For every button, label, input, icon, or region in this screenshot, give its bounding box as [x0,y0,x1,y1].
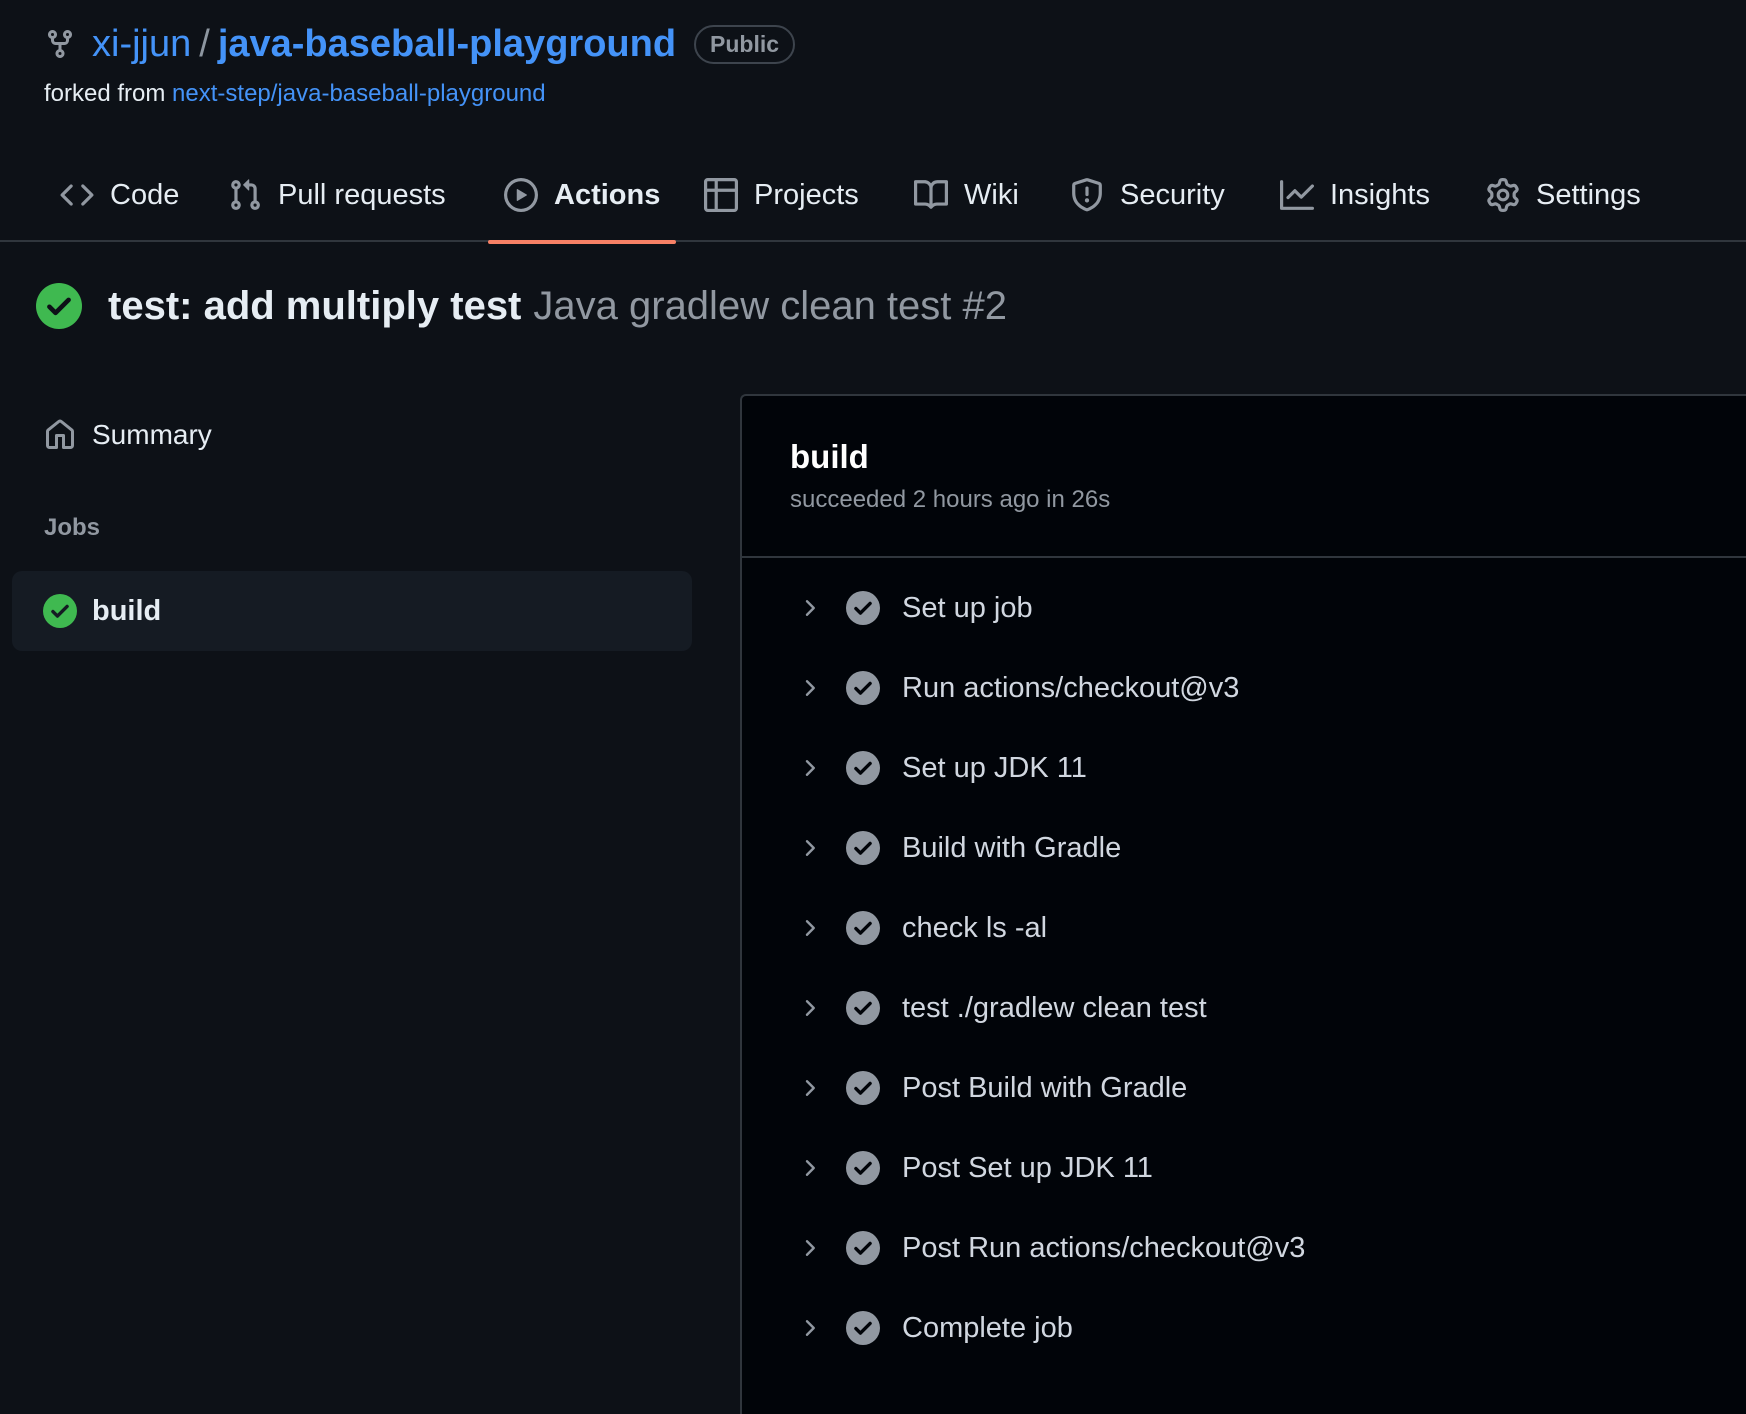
chevron-right-icon [805,1160,815,1176]
play-icon [504,178,538,212]
summary-link[interactable]: Summary [44,410,212,460]
job-step[interactable]: Build with Gradle [742,808,1746,888]
chevron-right-icon [805,1240,815,1256]
graph-icon [1280,180,1314,210]
job-log-panel: build succeeded 2 hours ago in 26s Set u… [740,394,1746,1414]
tab-label: Settings [1536,178,1641,211]
job-title: build [790,438,869,475]
repo-name-link[interactable]: java-baseball-playground [218,23,676,66]
check-circle-fill-icon [846,831,880,865]
jobs-heading: Jobs [44,514,101,541]
job-step[interactable]: test ./gradlew clean test [742,968,1746,1048]
job-label: build [92,594,162,627]
tab-label: Security [1120,178,1225,211]
forked-from-label: forked from [44,80,166,107]
sidebar-job-build[interactable]: build [12,571,692,651]
check-circle-fill-icon [846,991,880,1025]
tab-pull-requests[interactable]: Pull requests [212,148,462,242]
check-circle-fill-icon [846,1231,880,1265]
check-circle-fill-icon [846,591,880,625]
chevron-right-icon [805,840,815,856]
job-step-name: Complete job [902,1311,1073,1344]
job-step-name: Set up job [902,591,1033,624]
tab-projects[interactable]: Projects [688,148,875,242]
check-circle-fill-icon [43,594,77,628]
shield-icon [1072,178,1102,212]
chevron-right-icon [805,920,815,936]
tab-label: Projects [754,178,859,211]
job-step-name: Set up JDK 11 [902,751,1087,784]
repo-header: xi-jjun / java-baseball-playground Publi… [44,14,796,74]
job-step[interactable]: Post Build with Gradle [742,1048,1746,1128]
job-step-name: check ls -al [902,911,1048,944]
repo-nav-tabs: Code Pull requests Actions Projects Wiki… [0,148,1746,244]
job-step-name: Post Set up JDK 11 [902,1151,1153,1184]
tab-security[interactable]: Security [1054,148,1241,242]
run-title: test: add multiply test Java gradlew cle… [36,278,1007,334]
job-status-text: succeeded 2 hours ago in 26s [790,486,1111,513]
repo-owner-link[interactable]: xi-jjun [92,23,191,66]
summary-label: Summary [92,419,212,450]
chevron-right-icon [805,600,815,616]
job-step-name: test ./gradlew clean test [902,991,1207,1024]
job-step-name: Run actions/checkout@v3 [902,671,1240,704]
tab-settings[interactable]: Settings [1470,148,1657,242]
repo-path-separator: / [199,22,210,65]
job-step[interactable]: Set up job [742,568,1746,648]
job-step-name: Post Run actions/checkout@v3 [902,1231,1306,1264]
run-commit-message: test: add multiply test [108,283,522,328]
gear-icon [1487,178,1519,212]
job-step[interactable]: Run actions/checkout@v3 [742,648,1746,728]
chevron-right-icon [805,760,815,776]
git-pull-request-icon [231,179,260,210]
job-step[interactable]: Set up JDK 11 [742,728,1746,808]
job-step-name: Post Build with Gradle [902,1071,1188,1104]
tab-actions[interactable]: Actions [488,148,677,244]
code-icon [60,184,94,206]
chevron-right-icon [805,1000,815,1016]
job-header: build succeeded 2 hours ago in 26s [742,396,1746,558]
chevron-right-icon [805,1080,815,1096]
tab-label: Wiki [964,178,1019,211]
check-circle-fill-icon [846,1311,880,1345]
job-step[interactable]: Complete job [742,1288,1746,1368]
job-step[interactable]: Post Run actions/checkout@v3 [742,1208,1746,1288]
repo-forked-icon [48,30,72,59]
tab-wiki[interactable]: Wiki [898,148,1035,242]
tab-label: Actions [554,178,661,211]
tab-label: Code [110,178,180,211]
job-step-name: Build with Gradle [902,831,1122,864]
table-icon [704,178,738,212]
check-circle-fill-icon [36,283,82,329]
job-steps-list: Set up job Run actions/checkout@v3 Set u… [742,568,1746,1368]
home-icon [46,419,74,449]
check-circle-fill-icon [846,911,880,945]
check-circle-fill-icon [846,1151,880,1185]
tab-code[interactable]: Code [44,148,195,242]
forked-from-line: forked from next-step/java-baseball-play… [44,80,546,108]
job-step[interactable]: Post Set up JDK 11 [742,1128,1746,1208]
chevron-right-icon [805,1320,815,1336]
job-step[interactable]: check ls -al [742,888,1746,968]
tab-label: Pull requests [278,178,446,211]
check-circle-fill-icon [846,671,880,705]
tab-label: Insights [1330,178,1430,211]
check-circle-fill-icon [846,751,880,785]
tab-insights[interactable]: Insights [1264,148,1446,242]
run-workflow-name: Java gradlew clean test #2 [533,283,1008,328]
forked-source-link[interactable]: next-step/java-baseball-playground [172,80,546,107]
book-icon [914,180,948,209]
check-circle-fill-icon [846,1071,880,1105]
chevron-right-icon [805,680,815,696]
visibility-badge: Public [694,24,796,64]
